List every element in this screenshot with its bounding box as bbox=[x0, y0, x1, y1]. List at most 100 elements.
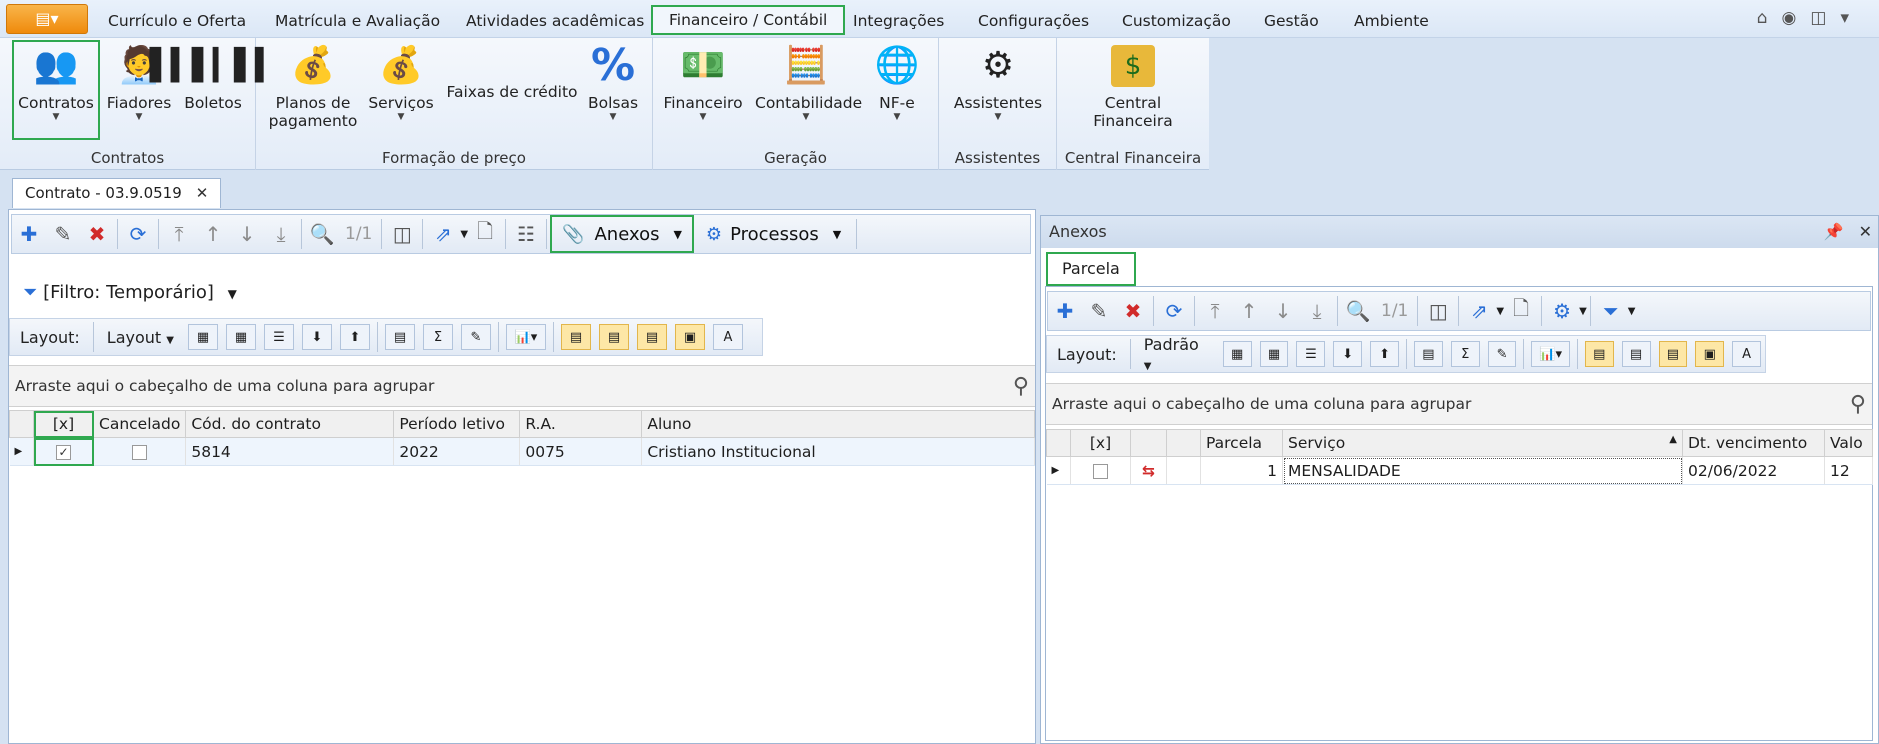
tab-integracoes[interactable]: Integrações bbox=[837, 6, 960, 36]
processos-button[interactable]: ⚙ Processos ▼ bbox=[694, 215, 853, 253]
header-toggle-icon[interactable]: ▤ bbox=[598, 324, 629, 350]
cancelado-checkbox[interactable] bbox=[132, 444, 148, 460]
first-record-icon[interactable]: ⤒ bbox=[1198, 294, 1232, 328]
col-extra[interactable] bbox=[1166, 429, 1201, 457]
doc-tab-contrato[interactable]: Contrato - 03.9.0519 ✕ bbox=[12, 178, 222, 208]
summary-sum-icon[interactable]: Σ bbox=[422, 324, 453, 350]
vencimento-cell[interactable]: 02/06/2022 bbox=[1682, 456, 1825, 485]
next-record-icon[interactable]: ↓ bbox=[230, 217, 264, 251]
servicos-button[interactable]: 💰 Serviços ▼ bbox=[366, 44, 436, 123]
search-icon[interactable]: ⚲ bbox=[1013, 374, 1029, 399]
layout-list-icon[interactable]: ☰ bbox=[1296, 341, 1326, 367]
tab-gestao[interactable]: Gestão bbox=[1248, 6, 1335, 36]
search-icon[interactable]: 🔍 bbox=[305, 217, 339, 251]
layout-dropdown[interactable]: Layout ▼ bbox=[97, 328, 184, 347]
col-vencimento[interactable]: Dt. vencimento bbox=[1682, 429, 1825, 457]
col-ra[interactable]: R.A. bbox=[519, 410, 643, 438]
collapse-ribbon-icon[interactable]: ⌂ bbox=[1757, 8, 1782, 28]
summary-sum-icon[interactable]: Σ bbox=[1450, 341, 1480, 367]
table-row[interactable]: ▶ ✓ 5814 2022 0075 Cristiano Institucion… bbox=[9, 437, 1035, 466]
highlight-icon[interactable]: ✎ bbox=[1487, 341, 1517, 367]
font-icon[interactable]: A bbox=[1732, 341, 1762, 367]
tab-curriculo[interactable]: Currículo e Oferta bbox=[92, 6, 262, 36]
dropdown-arrow-icon[interactable]: ▼ bbox=[460, 229, 468, 240]
last-record-icon[interactable]: ⤓ bbox=[1300, 294, 1334, 328]
col-codigo[interactable]: Cód. do contrato bbox=[185, 410, 395, 438]
close-icon[interactable]: ✕ bbox=[1859, 222, 1872, 241]
col-select[interactable]: [x] bbox=[1070, 429, 1131, 457]
delete-layout-icon[interactable]: ▦ bbox=[225, 324, 256, 350]
boletos-button[interactable]: ▌▍▌▎▌▍ Boletos bbox=[150, 44, 278, 113]
filter-row-icon[interactable]: ▤ bbox=[384, 324, 415, 350]
last-record-icon[interactable]: ⤓ bbox=[264, 217, 298, 251]
app-menu-button[interactable]: ▤▾ bbox=[6, 4, 88, 34]
group-panel-toggle-icon[interactable]: ▤ bbox=[560, 324, 591, 350]
assistentes-button[interactable]: ⚙ Assistentes ▼ bbox=[953, 44, 1043, 123]
table-row[interactable]: ▶ ⇆ 1 MENSALIDADE 02/06/2022 12 bbox=[1046, 456, 1873, 485]
filter-funnel-icon[interactable]: ⏷ bbox=[1594, 294, 1628, 328]
edit-pencil-icon[interactable]: ✎ bbox=[46, 217, 80, 251]
delete-icon[interactable]: ✖ bbox=[1116, 294, 1150, 328]
valor-cell[interactable]: 12 bbox=[1824, 456, 1873, 485]
grid-lines-toggle-icon[interactable]: ▣ bbox=[1695, 341, 1725, 367]
col-cancelado[interactable]: Cancelado bbox=[92, 410, 187, 438]
tab-parcela[interactable]: Parcela bbox=[1046, 252, 1136, 286]
header-toggle-icon[interactable]: ▤ bbox=[1621, 341, 1651, 367]
previous-record-icon[interactable]: ↑ bbox=[196, 217, 230, 251]
layout-icon[interactable]: ◫▾ bbox=[1810, 8, 1863, 28]
previous-record-icon[interactable]: ↑ bbox=[1232, 294, 1266, 328]
financeiro-button[interactable]: 💵 Financeiro ▼ bbox=[663, 44, 743, 123]
tab-customizacao[interactable]: Customização bbox=[1106, 6, 1247, 36]
chart-icon[interactable]: 📊▾ bbox=[505, 324, 546, 350]
servico-cell[interactable]: MENSALIDADE bbox=[1282, 456, 1683, 485]
periodo-cell[interactable]: 2022 bbox=[393, 437, 521, 466]
import-layout-icon[interactable]: ⬇ bbox=[301, 324, 332, 350]
group-by-panel[interactable]: Arraste aqui o cabeçalho de uma coluna p… bbox=[9, 365, 1035, 407]
export-icon[interactable]: ⇗ bbox=[1462, 294, 1496, 328]
nfe-button[interactable]: 🌐 NF-e ▼ bbox=[865, 44, 929, 123]
footer-toggle-icon[interactable]: ▤ bbox=[636, 324, 667, 350]
edit-pencil-icon[interactable]: ✎ bbox=[1082, 294, 1116, 328]
export-icon[interactable]: ⇗ bbox=[426, 217, 460, 251]
next-record-icon[interactable]: ↓ bbox=[1266, 294, 1300, 328]
col-valor[interactable]: Valo bbox=[1824, 429, 1873, 457]
tab-atividades[interactable]: Atividades acadêmicas bbox=[450, 6, 660, 36]
close-icon[interactable]: ✕ bbox=[196, 184, 209, 202]
search-icon[interactable]: ⚲ bbox=[1850, 392, 1866, 417]
tab-matricula[interactable]: Matrícula e Avaliação bbox=[259, 6, 456, 36]
col-parcela[interactable]: Parcela bbox=[1200, 429, 1283, 457]
search-icon[interactable]: 🔍 bbox=[1341, 294, 1375, 328]
aluno-cell[interactable]: Cristiano Institucional bbox=[641, 437, 1035, 466]
parcela-cell[interactable]: 1 bbox=[1200, 456, 1283, 485]
layout-dropdown[interactable]: Padrão ▼ bbox=[1134, 335, 1219, 373]
planos-pagamento-button[interactable]: 💰 Planos de pagamento bbox=[268, 44, 358, 131]
grid-lines-toggle-icon[interactable]: ▣ bbox=[674, 324, 705, 350]
chart-icon[interactable]: 📊▾ bbox=[1531, 341, 1570, 367]
refresh-icon[interactable]: ⟳ bbox=[1157, 294, 1191, 328]
first-record-icon[interactable]: ⤒ bbox=[162, 217, 196, 251]
dropdown-arrow-icon[interactable]: ▼ bbox=[1579, 306, 1587, 317]
add-icon[interactable]: ✚ bbox=[1048, 294, 1082, 328]
export-layout-icon[interactable]: ⬆ bbox=[339, 324, 370, 350]
codigo-cell[interactable]: 5814 bbox=[185, 437, 395, 466]
col-servico[interactable]: Serviço ▲ bbox=[1282, 429, 1683, 457]
save-layout-icon[interactable]: ▦ bbox=[187, 324, 218, 350]
contabilidade-button[interactable]: 🧮 Contabilidade ▼ bbox=[755, 44, 862, 123]
help-icon[interactable]: ◉ bbox=[1782, 8, 1811, 28]
group-by-panel[interactable]: Arraste aqui o cabeçalho de uma coluna p… bbox=[1046, 383, 1872, 425]
select-checkbox[interactable] bbox=[1093, 463, 1108, 479]
highlight-icon[interactable]: ✎ bbox=[460, 324, 491, 350]
document-icon[interactable]: 🗋 bbox=[468, 217, 502, 251]
select-checkbox-cell[interactable]: ✓ bbox=[33, 437, 94, 466]
save-layout-icon[interactable]: ▦ bbox=[1222, 341, 1252, 367]
export-layout-icon[interactable]: ⬆ bbox=[1370, 341, 1399, 367]
font-icon[interactable]: A bbox=[712, 324, 743, 350]
faixas-credito-button[interactable]: Faixas de crédito bbox=[444, 83, 580, 101]
contratos-button[interactable]: 👥 Contratos ▼ bbox=[12, 40, 100, 140]
anexos-button[interactable]: 📎 Anexos ▼ bbox=[550, 215, 694, 253]
central-financeira-button[interactable]: $ Central Financeira bbox=[1087, 44, 1179, 130]
columns-view-icon[interactable]: ◫ bbox=[1421, 294, 1455, 328]
col-select[interactable]: [x] bbox=[33, 410, 94, 438]
import-layout-icon[interactable]: ⬇ bbox=[1333, 341, 1363, 367]
gear-icon[interactable]: ⚙ bbox=[1545, 294, 1579, 328]
